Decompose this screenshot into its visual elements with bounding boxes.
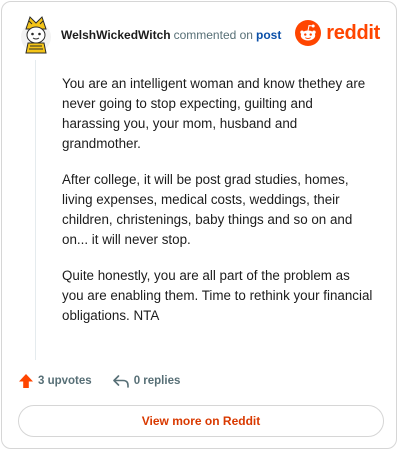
reddit-logo[interactable]: reddit (295, 20, 380, 46)
comment-meta: WelshWickedWitch commented on post (61, 28, 281, 42)
commented-on-text: commented on (173, 28, 253, 42)
comment-actions: 3 upvotes 0 replies (18, 371, 180, 391)
comment-body: You are an intelligent woman and know th… (62, 74, 374, 342)
reply-arrow-icon (112, 375, 129, 388)
reply-button[interactable]: 0 replies (112, 373, 181, 389)
upvote-button[interactable]: 3 upvotes (18, 373, 92, 389)
comment-paragraph: You are an intelligent woman and know th… (62, 76, 366, 151)
comment-embed-card: WelshWickedWitch commented on post reddit … (1, 1, 397, 449)
thread-line (35, 60, 36, 360)
view-more-on-reddit-button[interactable]: View more on Reddit (18, 405, 384, 437)
post-link[interactable]: post (256, 28, 281, 42)
user-avatar[interactable] (20, 15, 52, 55)
comment-paragraph: Quite honestly, you are all part of the … (62, 268, 373, 323)
comment-header: WelshWickedWitch commented on post reddit (2, 2, 396, 64)
username-link[interactable]: WelshWickedWitch (61, 28, 171, 42)
upvote-arrow-icon (19, 374, 33, 388)
comment-paragraph: After college, it will be post grad stud… (62, 172, 353, 247)
reply-count: 0 replies (133, 375, 181, 387)
upvote-count: 3 upvotes (38, 375, 92, 387)
reddit-wordmark: reddit (326, 21, 380, 44)
reddit-snoo-icon (295, 20, 322, 46)
